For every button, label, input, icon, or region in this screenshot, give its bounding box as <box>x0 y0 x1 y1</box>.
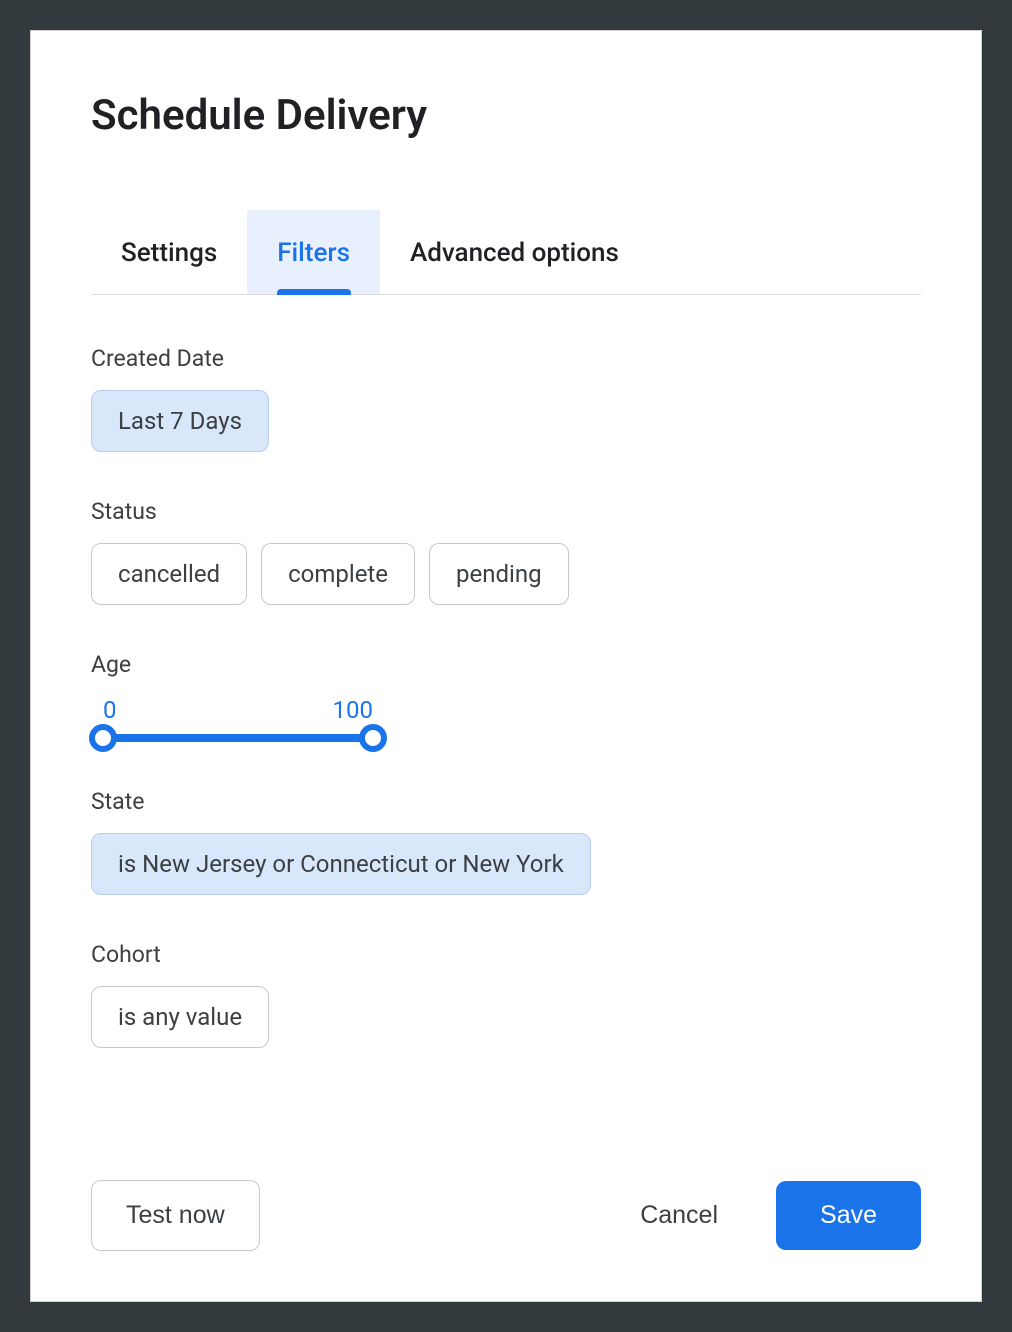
tab-filters[interactable]: Filters <box>247 210 380 294</box>
chip-pending[interactable]: pending <box>429 543 569 605</box>
slider-handle-min[interactable] <box>89 724 117 752</box>
chip-row: Last 7 Days <box>91 390 921 452</box>
save-button[interactable]: Save <box>776 1181 921 1250</box>
filter-label: Created Date <box>91 345 921 372</box>
filter-label: Age <box>91 651 921 678</box>
test-now-button[interactable]: Test now <box>91 1180 260 1251</box>
slider-max-label: 100 <box>333 696 373 724</box>
chip-row: is New Jersey or Connecticut or New York <box>91 833 921 895</box>
chip-row: cancelled complete pending <box>91 543 921 605</box>
dialog-footer: Test now Cancel Save <box>91 1180 921 1251</box>
chip-cancelled[interactable]: cancelled <box>91 543 247 605</box>
cancel-button[interactable]: Cancel <box>606 1181 752 1250</box>
chip-state-value[interactable]: is New Jersey or Connecticut or New York <box>91 833 591 895</box>
page-title: Schedule Delivery <box>91 91 921 140</box>
filter-label: State <box>91 788 921 815</box>
filter-label: Status <box>91 498 921 525</box>
slider-min-label: 0 <box>103 696 117 724</box>
slider-labels: 0 100 <box>103 696 373 724</box>
filter-cohort: Cohort is any value <box>91 941 921 1048</box>
age-slider[interactable]: 0 100 <box>103 696 373 742</box>
filter-created-date: Created Date Last 7 Days <box>91 345 921 452</box>
filter-age: Age 0 100 <box>91 651 921 742</box>
filter-status: Status cancelled complete pending <box>91 498 921 605</box>
slider-track <box>103 734 373 742</box>
chip-row: is any value <box>91 986 921 1048</box>
filter-state: State is New Jersey or Connecticut or Ne… <box>91 788 921 895</box>
tabs: Settings Filters Advanced options <box>91 210 921 295</box>
chip-last-7-days[interactable]: Last 7 Days <box>91 390 269 452</box>
chip-complete[interactable]: complete <box>261 543 415 605</box>
chip-cohort-value[interactable]: is any value <box>91 986 269 1048</box>
slider-handle-max[interactable] <box>359 724 387 752</box>
schedule-delivery-dialog: Schedule Delivery Settings Filters Advan… <box>30 30 982 1302</box>
tab-advanced-options[interactable]: Advanced options <box>380 210 649 294</box>
filter-label: Cohort <box>91 941 921 968</box>
tab-settings[interactable]: Settings <box>91 210 247 294</box>
